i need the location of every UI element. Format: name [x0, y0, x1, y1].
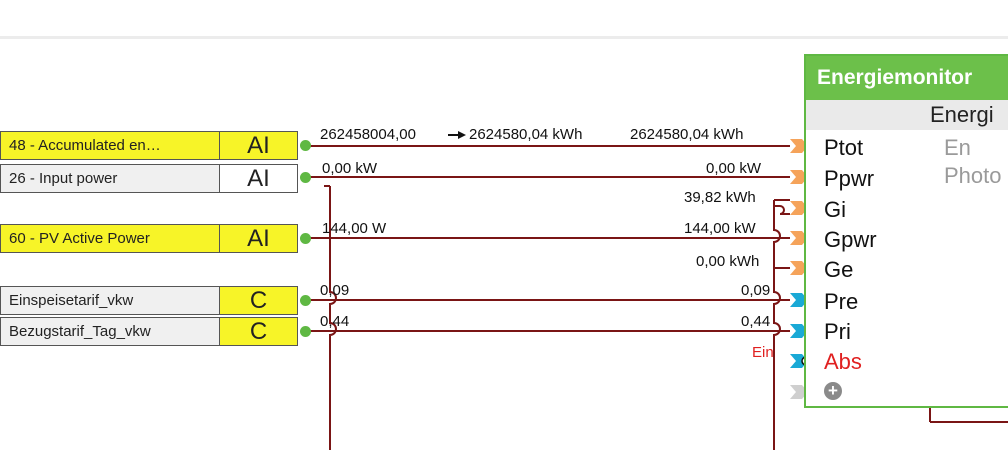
- pin-desc: Photo: [944, 163, 1002, 188]
- wire-label: 0,09: [741, 282, 771, 299]
- wire-label: 0,00 kWh: [696, 253, 760, 270]
- pin-gi[interactable]: Gi: [824, 196, 846, 224]
- pin-gpwr[interactable]: Gpwr: [824, 226, 877, 254]
- pin-ppwr[interactable]: Ppwr: [824, 165, 874, 193]
- pin-pri[interactable]: Pri: [824, 318, 851, 346]
- input-block-name: 48 - Accumulated en…: [0, 131, 220, 160]
- wire-label: 0,00 kW: [706, 160, 762, 177]
- output-connector[interactable]: [300, 326, 311, 337]
- wire-label: 2624580,04 kWh: [469, 126, 583, 143]
- pin-abs[interactable]: Abs: [824, 348, 862, 376]
- monitor-title: Energiemonitor: [806, 56, 1008, 100]
- output-connector[interactable]: [300, 233, 311, 244]
- pin-ptot[interactable]: Ptot: [824, 134, 863, 162]
- wire-label: 39,82 kWh: [684, 189, 756, 206]
- input-block-type: AI: [220, 131, 298, 160]
- wire-label: 262458004,00: [320, 126, 416, 143]
- ein-label: Ein: [752, 344, 774, 361]
- output-connector[interactable]: [300, 172, 311, 183]
- input-block-type: AI: [220, 224, 298, 253]
- monitor-subtitle: Energi: [806, 100, 1008, 130]
- input-block-type: C: [220, 317, 298, 346]
- arrow-right-icon: [448, 131, 466, 139]
- energy-monitor-block[interactable]: Energiemonitor Energi Ptot En Ppwr Photo…: [804, 54, 1008, 408]
- pin-ge[interactable]: Ge: [824, 256, 853, 284]
- wire-label: 144,00 kW: [684, 220, 756, 237]
- pin-pre[interactable]: Pre: [824, 288, 858, 316]
- pin-desc: En: [944, 135, 971, 160]
- input-block-name: Bezugstarif_Tag_vkw: [0, 317, 220, 346]
- input-block-name: 60 - PV Active Power: [0, 224, 220, 253]
- wire-label: 0,44: [741, 313, 771, 330]
- input-block-type: AI: [220, 164, 298, 193]
- wire-label: 0,09: [320, 282, 350, 299]
- output-connector[interactable]: [300, 295, 311, 306]
- plus-circle-icon[interactable]: +: [824, 382, 842, 400]
- wire-label: 0,00 kW: [322, 160, 378, 177]
- input-block-name: 26 - Input power: [0, 164, 220, 193]
- wire-label: 0,44: [320, 313, 350, 330]
- wire-label: 144,00 W: [322, 220, 387, 237]
- input-block-type: C: [220, 286, 298, 315]
- output-connector[interactable]: [300, 140, 311, 151]
- wire-label: 2624580,04 kWh: [630, 126, 744, 143]
- input-block-name: Einspeisetarif_vkw: [0, 286, 220, 315]
